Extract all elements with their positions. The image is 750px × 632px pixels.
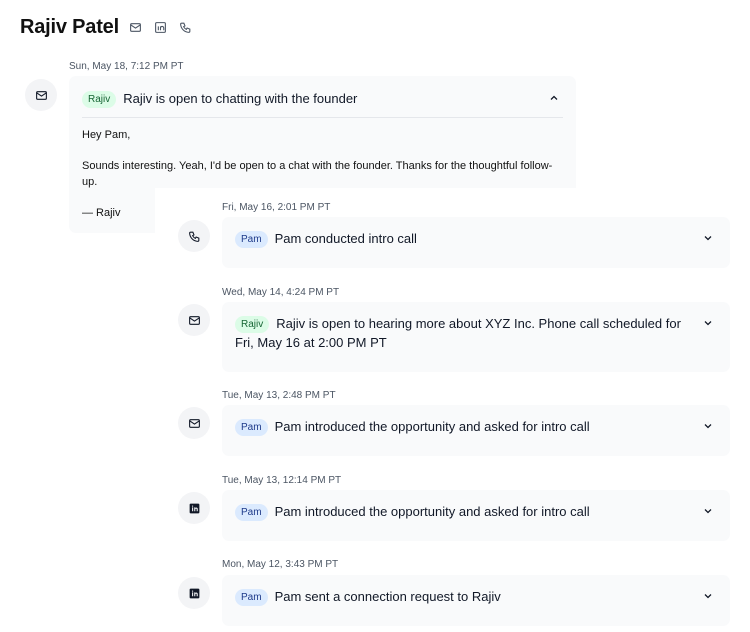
sender-badge: Rajiv: [235, 316, 270, 333]
chevron-down-icon[interactable]: [702, 504, 716, 518]
sender-badge: Pam: [235, 231, 268, 248]
phone-icon: [178, 220, 210, 252]
timeline-title: Pam introduced the opportunity and asked…: [274, 419, 590, 434]
timestamp: Tue, May 13, 12:14 PM PT: [222, 475, 342, 486]
timestamp: Fri, May 16, 2:01 PM PT: [222, 202, 331, 213]
timestamp: Mon, May 12, 3:43 PM PT: [222, 559, 339, 570]
message-greeting: Hey Pam,: [82, 129, 131, 141]
chevron-down-icon[interactable]: [702, 316, 716, 330]
sender-badge: Pam: [235, 419, 268, 436]
contact-header: Rajiv Patel: [20, 16, 194, 39]
timeline-card[interactable]: Pam Pam conducted intro call: [222, 217, 730, 268]
mail-icon: [25, 79, 57, 111]
contact-name: Rajiv Patel: [20, 16, 119, 38]
linkedin-icon: [178, 577, 210, 609]
message-text: Sounds interesting. Yeah, I'd be open to…: [82, 160, 553, 188]
timeline-card[interactable]: Pam Pam sent a connection request to Raji…: [222, 575, 730, 626]
timeline-title: Pam sent a connection request to Rajiv: [274, 589, 501, 604]
mail-icon[interactable]: [128, 20, 144, 36]
timeline-card[interactable]: Rajiv Rajiv is open to hearing more about…: [222, 302, 730, 372]
timestamp: Sun, May 18, 7:12 PM PT: [69, 61, 184, 72]
chevron-down-icon[interactable]: [702, 231, 716, 245]
sender-badge: Pam: [235, 589, 268, 606]
mail-icon: [178, 304, 210, 336]
timeline-card[interactable]: Pam Pam introduced the opportunity and as…: [222, 490, 730, 541]
timestamp: Tue, May 13, 2:48 PM PT: [222, 390, 336, 401]
timeline-title: Rajiv is open to hearing more about XYZ …: [235, 316, 681, 350]
mail-icon: [178, 407, 210, 439]
timestamp: Wed, May 14, 4:24 PM PT: [222, 287, 340, 298]
linkedin-icon: [178, 492, 210, 524]
timeline-card[interactable]: Pam Pam introduced the opportunity and as…: [222, 405, 730, 456]
chevron-up-icon[interactable]: [548, 91, 562, 105]
sender-badge: Pam: [235, 504, 268, 521]
timeline-title: Rajiv is open to chatting with the found…: [123, 91, 358, 106]
phone-icon[interactable]: [178, 20, 194, 36]
chevron-down-icon[interactable]: [702, 419, 716, 433]
timeline-title: Pam introduced the opportunity and asked…: [274, 504, 590, 519]
linkedin-icon[interactable]: [153, 20, 169, 36]
timeline-title: Pam conducted intro call: [274, 231, 417, 246]
chevron-down-icon[interactable]: [702, 589, 716, 603]
divider: [82, 117, 563, 118]
sender-badge: Rajiv: [82, 91, 117, 108]
